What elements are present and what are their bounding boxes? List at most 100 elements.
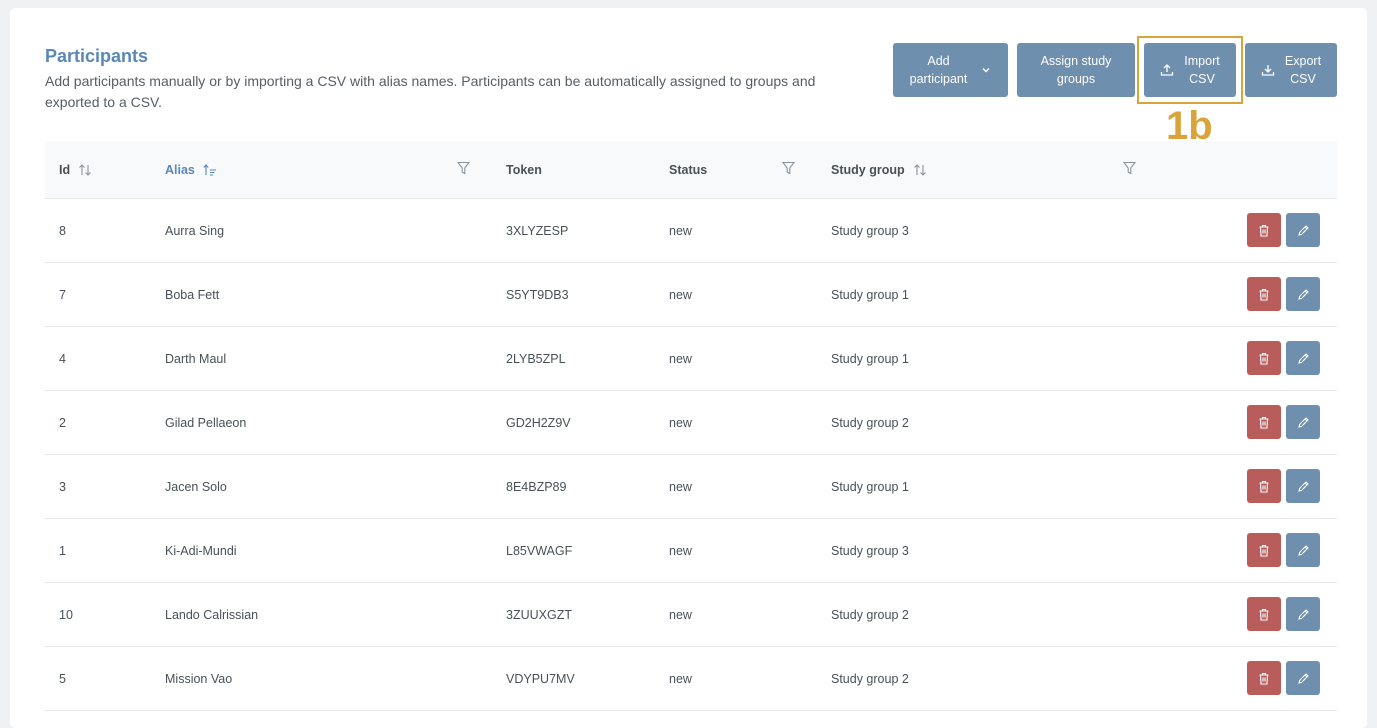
delete-button[interactable]: [1247, 405, 1281, 439]
cell-token: GD2H2Z9V: [506, 415, 571, 430]
filter-icon[interactable]: [782, 161, 795, 175]
trash-icon: [1258, 672, 1270, 685]
cell-alias: Gilad Pellaeon: [165, 415, 247, 430]
filter-icon[interactable]: [1123, 161, 1136, 175]
column-header-alias[interactable]: Alias: [165, 141, 217, 198]
trash-icon: [1258, 608, 1270, 621]
assign-study-groups-label: Assign study groups: [1040, 54, 1112, 86]
column-label-token: Token: [506, 162, 542, 177]
table-row: 4 Darth Maul 2LYB5ZPL new Study group 1: [45, 327, 1337, 391]
trash-icon: [1258, 224, 1270, 237]
pencil-icon: [1297, 352, 1310, 365]
export-csv-label: Export CSV: [1284, 54, 1322, 86]
pencil-icon: [1297, 224, 1310, 237]
column-header-id[interactable]: Id: [59, 141, 92, 198]
cell-id: 2: [59, 415, 66, 430]
trash-icon: [1258, 544, 1270, 557]
cell-token: 3ZUUXGZT: [506, 607, 572, 622]
export-csv-button[interactable]: Export CSV: [1245, 43, 1337, 97]
trash-icon: [1258, 352, 1270, 365]
cell-id: 5: [59, 671, 66, 686]
edit-button[interactable]: [1286, 469, 1320, 503]
delete-button[interactable]: [1247, 597, 1281, 631]
cell-id: 4: [59, 351, 66, 366]
cell-study-group: Study group 3: [831, 223, 909, 238]
pencil-icon: [1297, 480, 1310, 493]
page-title: Participants: [45, 46, 149, 66]
cell-study-group: Study group 3: [831, 543, 909, 558]
column-label-study-group: Study group: [831, 162, 905, 177]
cell-alias: Ki-Adi-Mundi: [165, 543, 237, 558]
cell-token: L85VWAGF: [506, 543, 573, 558]
table-row: 1 Ki-Adi-Mundi L85VWAGF new Study group 3: [45, 519, 1337, 583]
table-header: Id Alias Token Status Study group: [45, 141, 1337, 199]
cell-status: new: [669, 415, 692, 430]
chevron-down-icon: [982, 68, 990, 73]
column-header-token: Token: [506, 141, 542, 198]
column-header-study-group[interactable]: Study group: [831, 141, 927, 198]
table-row: 5 Mission Vao VDYPU7MV new Study group 2: [45, 647, 1337, 711]
sort-alpha-icon: [203, 163, 216, 176]
cell-status: new: [669, 351, 692, 366]
add-participant-label: Add participant: [909, 54, 968, 86]
table-row: 7 Boba Fett S5YT9DB3 new Study group 1: [45, 263, 1337, 327]
cell-alias: Lando Calrissian: [165, 607, 259, 622]
cell-status: new: [669, 479, 692, 494]
cell-study-group: Study group 1: [831, 287, 909, 302]
cell-id: 10: [59, 607, 73, 622]
sort-icon: [913, 163, 926, 176]
cell-status: new: [669, 223, 692, 238]
import-highlight-box: [1137, 36, 1243, 104]
table-row: 3 Jacen Solo 8E4BZP89 new Study group 1: [45, 455, 1337, 519]
cell-study-group: Study group 1: [831, 479, 909, 494]
cell-status: new: [669, 543, 692, 558]
cell-token: 8E4BZP89: [506, 479, 567, 494]
column-label-id: Id: [59, 162, 71, 177]
edit-button[interactable]: [1286, 341, 1320, 375]
add-participant-button[interactable]: Add participant: [893, 43, 1008, 97]
column-label-alias: Alias: [165, 162, 195, 177]
pencil-icon: [1297, 544, 1310, 557]
cell-id: 8: [59, 223, 66, 238]
edit-button[interactable]: [1286, 277, 1320, 311]
sort-icon: [79, 163, 91, 176]
edit-button[interactable]: [1286, 405, 1320, 439]
delete-button[interactable]: [1247, 277, 1281, 311]
cell-alias: Jacen Solo: [165, 479, 227, 494]
delete-button[interactable]: [1247, 533, 1281, 567]
cell-alias: Mission Vao: [165, 671, 233, 686]
cell-study-group: Study group 2: [831, 671, 909, 686]
column-label-status: Status: [669, 162, 708, 177]
edit-button[interactable]: [1286, 213, 1320, 247]
edit-button[interactable]: [1286, 533, 1320, 567]
delete-button[interactable]: [1247, 661, 1281, 695]
pencil-icon: [1297, 608, 1310, 621]
cell-token: S5YT9DB3: [506, 287, 569, 302]
trash-icon: [1258, 480, 1270, 493]
delete-button[interactable]: [1247, 213, 1281, 247]
cell-alias: Boba Fett: [165, 287, 220, 302]
download-icon: [1261, 65, 1275, 76]
cell-token: VDYPU7MV: [506, 671, 575, 686]
filter-icon[interactable]: [457, 161, 470, 175]
cell-status: new: [669, 287, 692, 302]
delete-button[interactable]: [1247, 469, 1281, 503]
cell-status: new: [669, 671, 692, 686]
cell-id: 3: [59, 479, 66, 494]
table-row: 2 Gilad Pellaeon GD2H2Z9V new Study group 2: [45, 391, 1337, 455]
cell-token: 3XLYZESP: [506, 223, 569, 238]
cell-alias: Darth Maul: [165, 351, 227, 366]
delete-button[interactable]: [1247, 341, 1281, 375]
cell-status: new: [669, 607, 692, 622]
edit-button[interactable]: [1286, 661, 1320, 695]
edit-button[interactable]: [1286, 597, 1320, 631]
assign-study-groups-button[interactable]: Assign study groups: [1017, 43, 1135, 97]
column-header-status: Status: [669, 141, 707, 198]
cell-token: 2LYB5ZPL: [506, 351, 566, 366]
trash-icon: [1258, 416, 1270, 429]
pencil-icon: [1297, 416, 1310, 429]
page-subtitle: Add participants manually or by importin…: [45, 73, 816, 110]
cell-alias: Aurra Sing: [165, 223, 225, 238]
trash-icon: [1258, 288, 1270, 301]
table-row: 10 Lando Calrissian 3ZUUXGZT new Study group…: [45, 583, 1337, 647]
